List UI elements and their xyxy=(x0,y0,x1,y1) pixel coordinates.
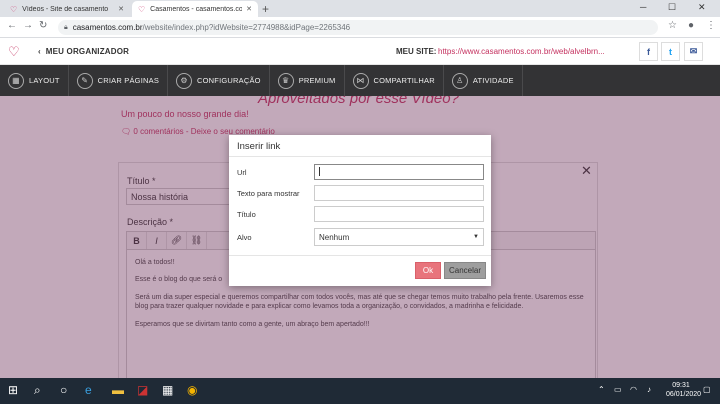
new-tab-button[interactable]: + xyxy=(262,2,269,16)
taskbar xyxy=(0,378,720,404)
volume-icon[interactable]: ♪ xyxy=(647,385,651,394)
reload-icon[interactable]: ↻ xyxy=(39,20,47,31)
share-icon: ⋈ xyxy=(352,72,369,89)
activity-icon: ♙ xyxy=(451,72,468,89)
notifications-icon[interactable]: ▢ xyxy=(703,385,711,394)
network-icon[interactable]: ▭ xyxy=(614,385,622,394)
forward-icon[interactable]: → xyxy=(23,20,33,31)
pencil-icon: ✎ xyxy=(76,72,93,89)
logo-heart-icon[interactable]: ♡ xyxy=(8,44,20,60)
chevron-up-icon[interactable]: ⌃ xyxy=(598,385,605,394)
nav-item-criar-paginas[interactable]: ✎ CRIAR PÁGINAS xyxy=(69,65,169,96)
back-to-organizer-link[interactable]: ‹ MEU ORGANIZADOR xyxy=(38,47,129,56)
main-nav: ▦ LAYOUT ✎ CRIAR PÁGINAS ⚙ CONFIGURAÇÃO ♛ PR… xyxy=(0,65,720,96)
nav-item-compartilhar[interactable]: ⋈ COMPARTILHAR xyxy=(345,65,444,96)
chevron-down-icon: ▼ xyxy=(473,234,479,240)
url-input[interactable] xyxy=(314,164,484,180)
twitter-icon[interactable]: t xyxy=(661,42,680,61)
nav-item-configuracao[interactable]: ⚙ CONFIGURAÇÃO xyxy=(168,65,270,96)
target-select[interactable]: Nenhum ▼ xyxy=(314,228,484,246)
insert-link-dialog: Inserir link Url Texto para mostrar Títu… xyxy=(229,135,491,286)
file-explorer-icon[interactable]: ▬ xyxy=(112,383,124,397)
wifi-icon[interactable]: ◠ xyxy=(630,385,637,394)
profile-icon[interactable]: ● xyxy=(688,20,694,31)
maximize-button[interactable]: ☐ xyxy=(668,2,676,13)
heart-icon: ♡ xyxy=(138,4,146,14)
clock-time: 09:31 xyxy=(672,382,690,389)
chrome-icon[interactable]: ◉ xyxy=(187,383,197,397)
lock-icon: 🔒︎ xyxy=(64,23,68,31)
cancel-button[interactable]: Cancelar xyxy=(444,262,486,279)
target-selected-value: Nenhum xyxy=(319,232,350,242)
nav-item-premium[interactable]: ♛ PREMIUM xyxy=(270,65,345,96)
menu-icon[interactable]: ⋮ xyxy=(706,20,716,31)
windows-start-icon[interactable]: ⊞ xyxy=(8,383,18,397)
url-label: Url xyxy=(237,168,247,177)
close-icon[interactable]: ✕ xyxy=(246,5,252,13)
browser-tab-active[interactable]: ♡ Casamentos - casamentos.com.b ✕ xyxy=(132,1,258,17)
minimize-button[interactable]: ─ xyxy=(640,2,646,12)
clock[interactable]: 09:31 06/01/2020 xyxy=(666,382,702,400)
dialog-title: Inserir link xyxy=(229,135,491,157)
ok-button[interactable]: Ok xyxy=(415,262,441,279)
layout-icon: ▦ xyxy=(8,72,24,89)
close-window-button[interactable]: ✕ xyxy=(698,2,706,13)
link-title-label: Título xyxy=(237,210,256,219)
task-view-icon[interactable]: ○ xyxy=(60,383,67,397)
address-bar[interactable]: 🔒︎ casamentos.com.br/website/index.php?i… xyxy=(58,20,658,35)
target-label: Alvo xyxy=(237,233,252,242)
acrobat-icon[interactable]: ◪ xyxy=(137,383,148,397)
text-caret xyxy=(319,167,320,177)
nav-item-atividade[interactable]: ♙ ATIVIDADE xyxy=(444,65,523,96)
back-icon[interactable]: ← xyxy=(7,20,17,31)
heart-icon: ♡ xyxy=(10,4,18,14)
star-icon[interactable]: ☆ xyxy=(668,20,677,31)
close-icon[interactable]: ✕ xyxy=(118,5,124,13)
link-title-input[interactable] xyxy=(314,206,484,222)
edge-icon[interactable]: e xyxy=(85,383,92,397)
tab-title: Casamentos - casamentos.com.b xyxy=(150,5,243,13)
my-site-label: MEU SITE: xyxy=(396,47,437,56)
url-host: casamentos.com.br xyxy=(72,23,143,32)
text-to-display-input[interactable] xyxy=(314,185,484,201)
gear-icon: ⚙ xyxy=(176,72,193,89)
clock-date: 06/01/2020 xyxy=(666,390,702,398)
my-site-url[interactable]: https://www.casamentos.com.br/web/alvelb… xyxy=(438,47,628,56)
facebook-icon[interactable]: f xyxy=(639,42,658,61)
browser-tab[interactable]: ♡ Vídeos - Site de casamento ✕ xyxy=(4,1,130,17)
back-label: MEU ORGANIZADOR xyxy=(45,47,130,56)
calculator-icon[interactable]: ▦ xyxy=(162,383,173,397)
text-to-display-label: Texto para mostrar xyxy=(237,189,300,198)
url-path: /website/index.php?idWebsite=2774988&idP… xyxy=(142,23,351,32)
premium-icon: ♛ xyxy=(277,72,294,89)
email-icon[interactable]: ✉ xyxy=(684,42,703,61)
nav-item-layout[interactable]: ▦ LAYOUT xyxy=(0,65,69,96)
tab-title: Vídeos - Site de casamento xyxy=(22,5,109,13)
search-icon[interactable]: ⌕ xyxy=(34,383,41,398)
